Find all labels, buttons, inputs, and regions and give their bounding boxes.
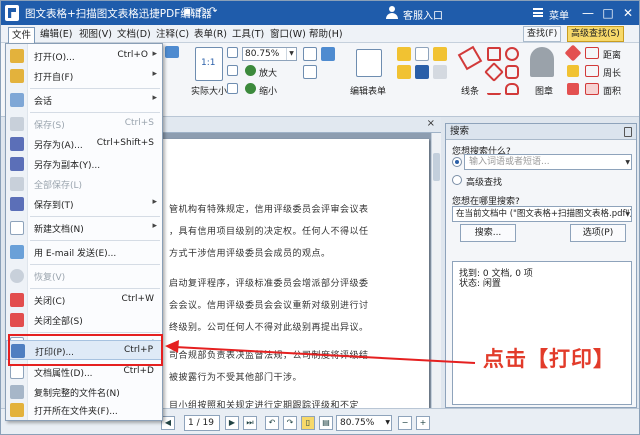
pdf-editor-window: 图文表格+扫描图文表格迅捷PDF编辑器 ▣ ↶ ↷ 客服入口 菜单 — □ ✕ … xyxy=(0,0,640,435)
annotation-callout: 点击【打印】 xyxy=(483,347,615,371)
